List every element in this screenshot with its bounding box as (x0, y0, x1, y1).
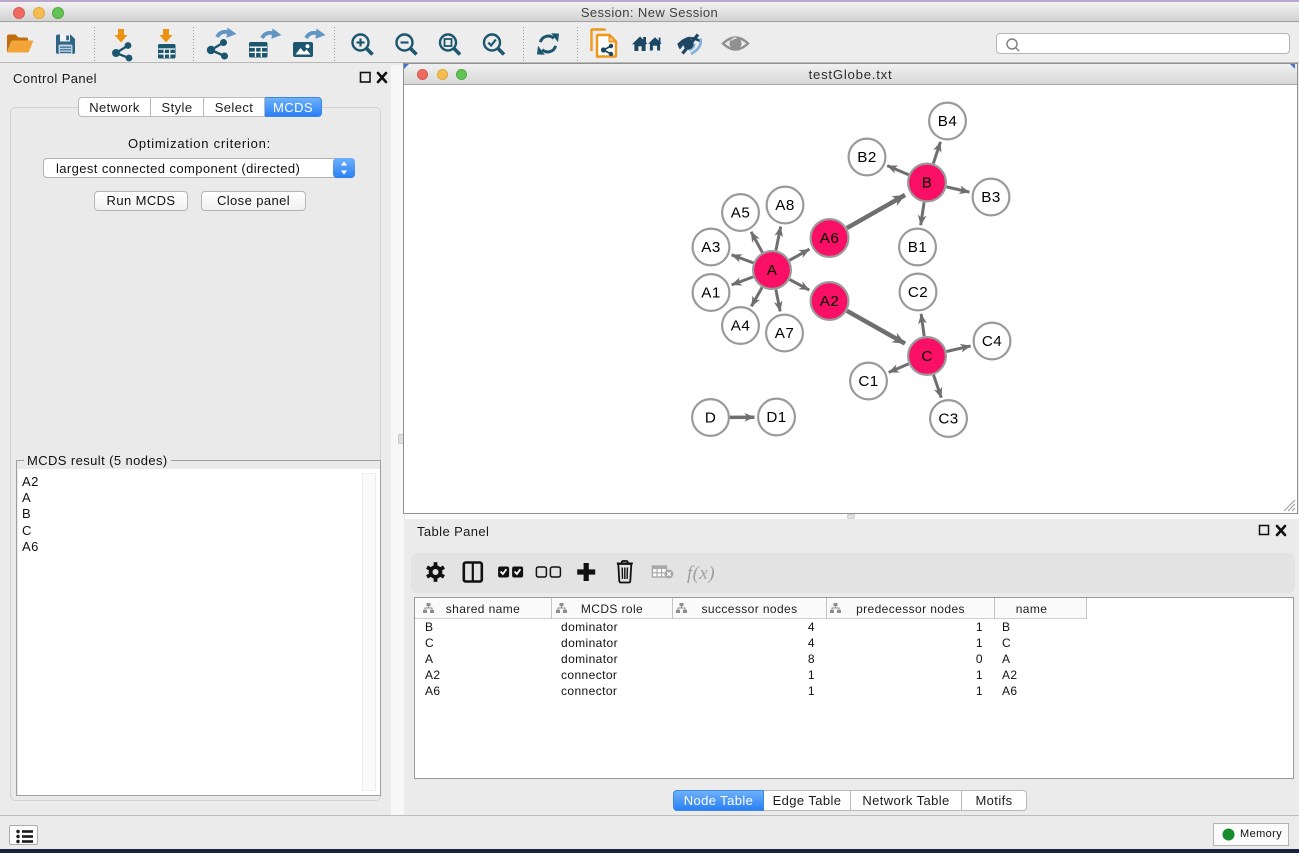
svg-text:B2: B2 (857, 149, 876, 166)
svg-text:C2: C2 (908, 284, 928, 301)
svg-text:f(x): f(x) (687, 563, 715, 584)
svg-text:B: B (922, 175, 933, 192)
svg-text:B1: B1 (908, 239, 927, 256)
svg-text:C3: C3 (938, 411, 958, 428)
svg-text:A4: A4 (731, 318, 750, 335)
svg-text:A: A (767, 262, 778, 279)
svg-text:D: D (705, 410, 716, 427)
svg-text:C1: C1 (858, 373, 878, 390)
svg-text:A7: A7 (775, 325, 794, 342)
svg-text:B3: B3 (981, 189, 1000, 206)
svg-text:D1: D1 (766, 409, 786, 426)
svg-text:B4: B4 (938, 113, 957, 130)
svg-text:A1: A1 (701, 285, 720, 302)
svg-text:C4: C4 (982, 333, 1002, 350)
svg-text:C: C (921, 348, 932, 365)
svg-text:A2: A2 (820, 293, 839, 310)
svg-text:A5: A5 (731, 205, 750, 222)
svg-text:A3: A3 (701, 239, 720, 256)
svg-text:A6: A6 (820, 230, 839, 247)
svg-text:A8: A8 (775, 197, 794, 214)
